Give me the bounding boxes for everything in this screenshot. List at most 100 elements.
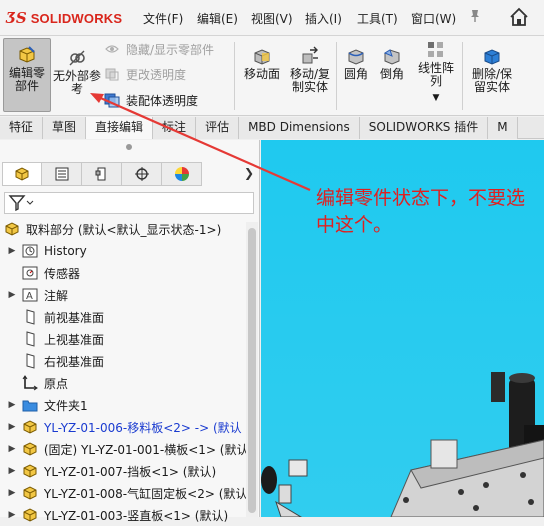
delete-keep-body-label: 删除/保留实体: [471, 67, 513, 94]
tab-features[interactable]: 特征: [0, 117, 44, 139]
menu-insert[interactable]: 插入(I): [305, 10, 342, 27]
chamfer-label: 倒角: [379, 67, 404, 81]
origin-icon: [22, 375, 38, 391]
tree-item-label: History: [44, 244, 87, 258]
tab-overflow[interactable]: M: [488, 117, 518, 139]
menu-window[interactable]: 窗口(W): [411, 10, 456, 27]
tab-mbd-dimensions[interactable]: MBD Dimensions: [239, 117, 360, 139]
tree-item-component[interactable]: ▶ YL-YZ-01-003-竖直板<1> (默认): [0, 504, 246, 526]
tab-sketch[interactable]: 草图: [43, 117, 87, 139]
tree-item-folder[interactable]: ▶ 文件夹1: [0, 394, 246, 416]
linear-pattern-dropdown-icon[interactable]: ▼: [414, 92, 458, 105]
delete-keep-body-button[interactable]: 删除/保留实体: [466, 46, 518, 94]
edit-component-label: 编辑零部件: [8, 66, 45, 93]
expand-arrow-icon[interactable]: ▶: [6, 422, 18, 432]
history-icon: [22, 243, 38, 259]
no-external-references-button[interactable]: 无外部参考: [53, 44, 101, 104]
command-manager-ribbon: 编辑零部件 无外部参考 隐藏/显示零部件 更改透明度 装配体透明度 移动面 移动…: [0, 36, 544, 116]
tree-item-component[interactable]: ▶ (固定) YL-YZ-01-001-横板<1> (默认: [0, 438, 246, 460]
plane-icon: [22, 353, 38, 369]
hide-show-label: 隐藏/显示零部件: [126, 42, 215, 57]
chevron-right-icon[interactable]: ❯: [244, 166, 254, 180]
tab-solidworks-addins[interactable]: SOLIDWORKS 插件: [359, 117, 489, 139]
tree-item-component[interactable]: ▶ YL-YZ-01-008-气缸固定板<2> (默认: [0, 482, 246, 504]
solidworks-logo[interactable]: ƷS SOLIDWORKS: [6, 8, 122, 28]
expand-arrow-icon[interactable]: ▶: [6, 290, 18, 300]
expand-arrow-icon[interactable]: ▶: [6, 466, 18, 476]
linear-pattern-button[interactable]: 线性阵列 ▼: [414, 40, 458, 105]
part-icon: [22, 485, 38, 501]
change-transparency-button[interactable]: 更改透明度: [104, 65, 186, 83]
configuration-icon: [95, 167, 105, 181]
dimxpert-tab[interactable]: [122, 162, 162, 186]
menu-view[interactable]: 视图(V): [251, 10, 293, 27]
tree-item-right-plane[interactable]: 右视基准面: [0, 350, 246, 372]
panel-grip-handle[interactable]: [126, 144, 132, 150]
part-icon: [22, 419, 38, 435]
display-manager-tab[interactable]: [162, 162, 202, 186]
crosshair-icon: [134, 167, 149, 181]
move-copy-body-icon: [300, 46, 320, 66]
tree-item-origin[interactable]: 原点: [0, 372, 246, 394]
move-face-button[interactable]: 移动面: [240, 46, 284, 81]
fillet-label: 圆角: [343, 67, 368, 81]
change-transparency-label: 更改透明度: [126, 67, 187, 82]
menu-file[interactable]: 文件(F): [143, 10, 183, 27]
brand-wordmark: SOLIDWORKS: [30, 10, 123, 26]
expand-arrow-icon[interactable]: ▶: [6, 488, 18, 498]
title-menu-bar: ƷS SOLIDWORKS 文件(F) 编辑(E) 视图(V) 插入(I) 工具…: [0, 0, 544, 36]
tree-item-history[interactable]: ▶ History: [0, 240, 246, 262]
chamfer-button[interactable]: 倒角: [376, 46, 408, 81]
fitting-part: [261, 466, 277, 494]
transparency-icon: [104, 66, 120, 82]
feature-tree: 取料部分 (默认<默认_显示状态-1>) ▶ History 传感器 ▶ A 注…: [0, 218, 246, 526]
assembly-transparency-label: 装配体透明度: [126, 93, 199, 108]
expand-arrow-icon[interactable]: ▶: [6, 510, 18, 520]
tree-item-front-plane[interactable]: 前视基准面: [0, 306, 246, 328]
fillet-button[interactable]: 圆角: [340, 46, 372, 81]
tree-item-annotations[interactable]: ▶ A 注解: [0, 284, 246, 306]
edit-component-button[interactable]: 编辑零部件: [3, 38, 51, 112]
propertymanager-tab[interactable]: [42, 162, 82, 186]
featuremanager-tab[interactable]: [2, 162, 42, 186]
no-external-references-icon: [67, 48, 87, 68]
configurationmanager-tab[interactable]: [82, 162, 122, 186]
expand-arrow-icon[interactable]: ▶: [6, 246, 18, 256]
menu-tools[interactable]: 工具(T): [357, 10, 398, 27]
filter-icon: [8, 195, 34, 212]
menu-edit[interactable]: 编辑(E): [197, 10, 238, 27]
assembly-transparency-button[interactable]: 装配体透明度: [104, 91, 198, 109]
tab-evaluate[interactable]: 评估: [196, 117, 240, 139]
home-icon[interactable]: [508, 6, 530, 28]
tree-item-sensors[interactable]: 传感器: [0, 262, 246, 284]
hide-show-icon: [104, 41, 120, 57]
feature-manager-panel: ❯ 取料部分 (默认<默认_显示状态-1>) ▶ History 传感器 ▶ A…: [0, 140, 260, 523]
expand-arrow-icon[interactable]: ▶: [6, 400, 18, 410]
move-copy-body-label: 移动/复制实体: [289, 67, 331, 94]
tree-item-label: 上视基准面: [44, 332, 105, 347]
move-copy-body-button[interactable]: 移动/复制实体: [288, 46, 332, 94]
hide-show-components-button[interactable]: 隐藏/显示零部件: [104, 40, 214, 58]
ribbon-separator: [336, 42, 337, 110]
pin-icon[interactable]: [468, 9, 482, 27]
command-tabs: 特征 草图 直接编辑 标注 评估 MBD Dimensions SOLIDWOR…: [0, 117, 544, 139]
annotation-text: 编辑零件状态下，不要选中这个。: [316, 187, 526, 236]
ribbon-separator: [462, 42, 463, 110]
tab-direct-editing[interactable]: 直接编辑: [86, 117, 154, 139]
tree-item-label: 右视基准面: [44, 354, 105, 369]
tab-markup[interactable]: 标注: [153, 117, 197, 139]
scrollbar-thumb[interactable]: [248, 228, 256, 513]
tree-scrollbar[interactable]: [246, 222, 258, 517]
tree-item-component[interactable]: ▶ YL-YZ-01-006-移料板<2> -> (默认: [0, 416, 246, 438]
ds-logo-mark: ƷS: [6, 9, 27, 27]
tree-filter[interactable]: [4, 192, 254, 214]
tree-item-label: YL-YZ-01-003-竖直板<1> (默认): [44, 508, 229, 523]
tree-root-assembly[interactable]: 取料部分 (默认<默认_显示状态-1>): [0, 218, 246, 240]
expand-arrow-icon[interactable]: ▶: [6, 444, 18, 454]
tree-item-component[interactable]: ▶ YL-YZ-01-007-挡板<1> (默认): [0, 460, 246, 482]
move-face-label: 移动面: [243, 67, 280, 81]
svg-text:A: A: [26, 291, 33, 302]
sensor-icon: [22, 265, 38, 281]
tree-item-label: 前视基准面: [44, 310, 105, 325]
tree-item-top-plane[interactable]: 上视基准面: [0, 328, 246, 350]
